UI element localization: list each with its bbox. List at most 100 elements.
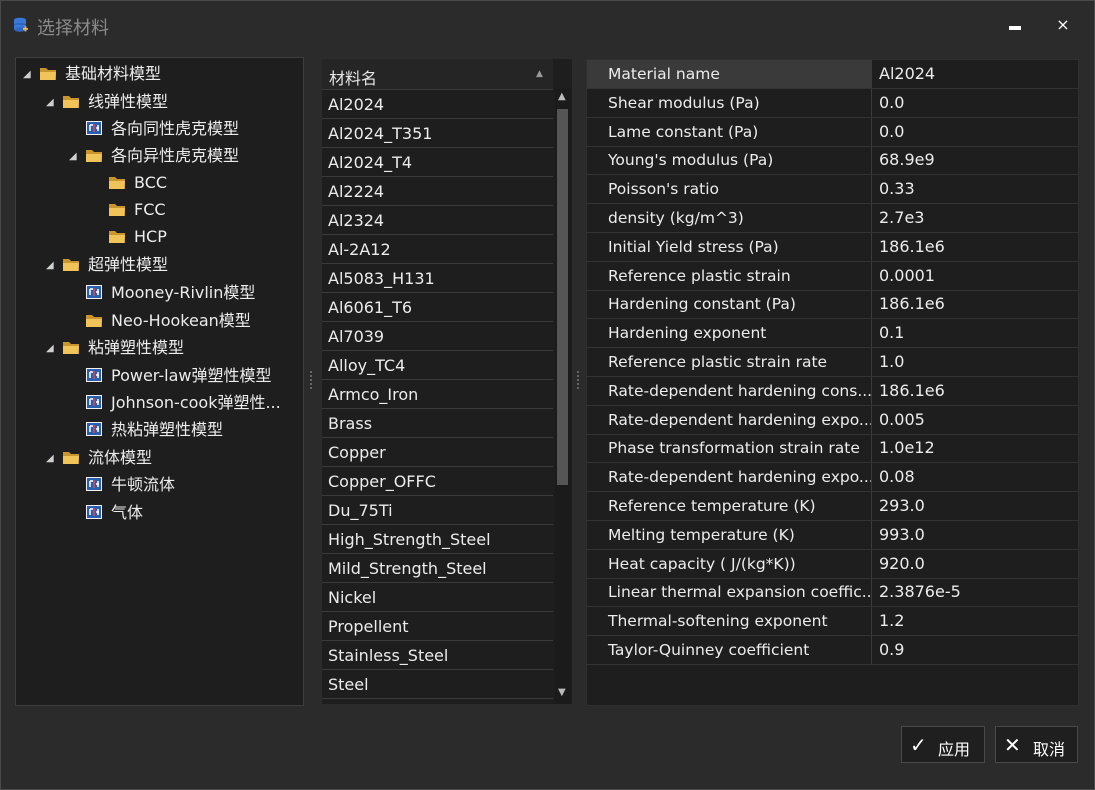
scroll-down-icon[interactable]: ▼ (558, 687, 566, 698)
property-row[interactable]: Melting temperature (K) 993.0 (587, 520, 1078, 550)
property-row[interactable]: Lame constant (Pa) 0.0 (587, 117, 1078, 147)
material-list-scrollbar[interactable]: ▲ ▼ (555, 89, 571, 704)
property-value[interactable]: 920.0 (873, 550, 925, 578)
property-row[interactable]: Initial Yield stress (Pa) 186.1e6 (587, 232, 1078, 262)
material-list-item[interactable]: Al5083_H131 (322, 264, 553, 293)
tree-node[interactable]: ◢ 各向异性虎克模型 (16, 142, 301, 169)
property-value[interactable]: 0.005 (873, 406, 925, 434)
material-list-item[interactable]: Propellent (322, 612, 553, 641)
tree-node[interactable]: ◢ 超弹性模型 (16, 251, 301, 278)
material-list-item[interactable]: Armco_Iron (322, 380, 553, 409)
property-row[interactable]: Rate-dependent hardening cons... 186.1e6 (587, 376, 1078, 406)
material-model-tree[interactable]: ◢ 基础材料模型 ◢ 线弹性模型 各向同性虎克模型 ◢ 各向异性虎克模型 BCC FCC HCP ◢… (15, 57, 304, 706)
property-value[interactable]: 1.0 (873, 348, 904, 376)
property-value[interactable]: 1.0e12 (873, 434, 935, 462)
material-list-item[interactable]: Al2024_T351 (322, 119, 553, 148)
property-value[interactable]: Al2024 (873, 60, 935, 88)
property-value[interactable]: 0.08 (873, 463, 915, 491)
property-value[interactable]: 1.2 (873, 607, 904, 635)
tree-node[interactable]: Mooney-Rivlin模型 (16, 279, 301, 306)
property-row[interactable]: Poisson's ratio 0.33 (587, 175, 1078, 205)
property-value[interactable]: 2.7e3 (873, 204, 924, 232)
material-list-item[interactable]: High_Strength_Steel (322, 525, 553, 554)
material-list-item[interactable]: Steel_1006 (322, 699, 553, 704)
material-list-item[interactable]: Du_75Ti (322, 496, 553, 525)
property-row[interactable]: Rate-dependent hardening expo... 0.005 (587, 405, 1078, 435)
cancel-button[interactable]: ✕ 取消 (995, 726, 1078, 763)
property-value[interactable]: 186.1e6 (873, 290, 945, 318)
expand-arrow-icon[interactable]: ◢ (69, 143, 79, 170)
expand-arrow-icon[interactable]: ◢ (46, 89, 56, 116)
property-value[interactable]: 0.0 (873, 118, 904, 146)
tree-node[interactable]: 气体 (16, 499, 301, 526)
property-row[interactable]: Hardening constant (Pa) 186.1e6 (587, 290, 1078, 320)
splitter-handle-left[interactable] (309, 369, 313, 391)
expand-arrow-icon[interactable]: ◢ (46, 445, 56, 472)
property-row[interactable]: Heat capacity ( J/(kg*K)) 920.0 (587, 549, 1078, 579)
property-value[interactable]: 68.9e9 (873, 146, 935, 174)
property-value[interactable]: 0.0 (873, 89, 904, 117)
tree-node[interactable]: Johnson-cook弹塑性... (16, 389, 301, 416)
property-row[interactable]: Material name Al2024 (587, 60, 1078, 89)
property-value[interactable]: 993.0 (873, 521, 925, 549)
material-list-item[interactable]: Steel (322, 670, 553, 699)
material-list-item[interactable]: Nickel (322, 583, 553, 612)
property-row[interactable]: Reference temperature (K) 293.0 (587, 492, 1078, 521)
material-list-item[interactable]: Al2024_T4 (322, 148, 553, 177)
property-row[interactable]: Shear modulus (Pa) 0.0 (587, 88, 1078, 118)
material-list-item[interactable]: Al7039 (322, 322, 553, 351)
tree-node[interactable]: ◢ 基础材料模型 (16, 60, 301, 87)
expand-arrow-icon[interactable]: ◢ (46, 252, 56, 279)
sort-ascending-icon[interactable]: ▲ (536, 69, 543, 79)
minimize-button[interactable] (1001, 13, 1029, 37)
tree-node[interactable]: ◢ 流体模型 (16, 444, 301, 471)
expand-arrow-icon[interactable]: ◢ (46, 335, 56, 362)
material-list-item[interactable]: Al2224 (322, 177, 553, 206)
material-list-item[interactable]: Al6061_T6 (322, 293, 553, 322)
material-list-item[interactable]: Al-2A12 (322, 235, 553, 264)
material-list-item[interactable]: Al2324 (322, 206, 553, 235)
property-value[interactable]: 186.1e6 (873, 233, 945, 261)
property-value[interactable]: 0.33 (873, 175, 915, 203)
material-list-item[interactable]: Alloy_TC4 (322, 351, 553, 380)
tree-node[interactable]: 各向同性虎克模型 (16, 115, 301, 142)
scroll-up-icon[interactable]: ▲ (558, 91, 566, 102)
tree-node[interactable]: FCC (16, 196, 301, 223)
tree-node[interactable]: 热粘弹塑性模型 (16, 416, 301, 443)
material-list-header[interactable]: 材料名 ▲ (322, 59, 553, 90)
tree-node[interactable]: Power-law弹塑性模型 (16, 362, 301, 389)
property-row[interactable]: Rate-dependent hardening expo... 0.08 (587, 463, 1078, 493)
property-value[interactable]: 186.1e6 (873, 377, 945, 405)
material-list-item[interactable]: Copper (322, 438, 553, 467)
property-row[interactable]: Reference plastic strain 0.0001 (587, 261, 1078, 291)
property-value[interactable]: 0.0001 (873, 262, 935, 290)
property-row[interactable]: Taylor-Quinney coefficient 0.9 (587, 636, 1078, 665)
material-list-item[interactable]: Stainless_Steel (322, 641, 553, 670)
close-button[interactable]: × (1049, 13, 1077, 37)
tree-node[interactable]: BCC (16, 169, 301, 196)
tree-node[interactable]: ◢ 线弹性模型 (16, 88, 301, 115)
tree-node[interactable]: Neo-Hookean模型 (16, 307, 301, 334)
tree-node[interactable]: 牛顿流体 (16, 471, 301, 498)
property-value[interactable]: 0.9 (873, 636, 904, 664)
property-row[interactable]: Hardening exponent 0.1 (587, 319, 1078, 349)
property-row[interactable]: density (kg/m^3) 2.7e3 (587, 204, 1078, 233)
property-row[interactable]: Linear thermal expansion coeffic... 2.387… (587, 578, 1078, 608)
expand-arrow-icon[interactable]: ◢ (23, 61, 33, 88)
scrollbar-thumb[interactable] (557, 109, 568, 485)
material-list-item[interactable]: Mild_Strength_Steel (322, 554, 553, 583)
tree-node[interactable]: ◢ 粘弹塑性模型 (16, 334, 301, 361)
property-value[interactable]: 293.0 (873, 492, 925, 520)
property-value[interactable]: 0.1 (873, 319, 904, 347)
tree-node[interactable]: HCP (16, 223, 301, 250)
property-row[interactable]: Phase transformation strain rate 1.0e12 (587, 434, 1078, 464)
property-row[interactable]: Young's modulus (Pa) 68.9e9 (587, 146, 1078, 176)
splitter-handle-right[interactable] (576, 369, 580, 391)
material-list-item[interactable]: Al2024 (322, 90, 553, 119)
property-row[interactable]: Reference plastic strain rate 1.0 (587, 348, 1078, 377)
material-list-item[interactable]: Copper_OFFC (322, 467, 553, 496)
property-row[interactable]: Thermal-softening exponent 1.2 (587, 607, 1078, 637)
property-value[interactable]: 2.3876e-5 (873, 578, 961, 606)
material-list-item[interactable]: Brass (322, 409, 553, 438)
apply-button[interactable]: ✓ 应用 (901, 726, 985, 763)
